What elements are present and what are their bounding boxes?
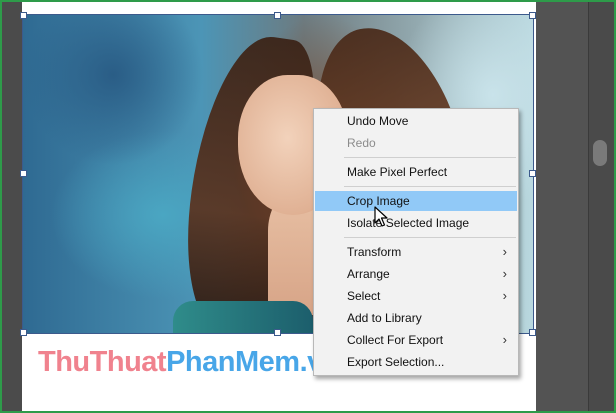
shirt xyxy=(173,301,313,333)
mouse-pointer-icon xyxy=(374,206,388,227)
menu-item-label: Transform xyxy=(347,245,402,259)
resize-handle-middle-left[interactable] xyxy=(20,170,27,177)
submenu-arrow-icon: › xyxy=(502,288,507,303)
menu-item-label: Export Selection... xyxy=(347,355,445,369)
menu-separator xyxy=(344,237,516,238)
submenu-arrow-icon: › xyxy=(502,332,507,347)
resize-handle-top-middle[interactable] xyxy=(274,12,281,19)
menu-item-add-to-library[interactable]: Add to Library xyxy=(315,308,517,328)
menu-item-label: Redo xyxy=(347,136,376,150)
menu-item-collect-for-export[interactable]: Collect For Export › xyxy=(315,330,517,350)
menu-item-export-selection[interactable]: Export Selection... xyxy=(315,352,517,372)
menu-item-undo-move[interactable]: Undo Move xyxy=(315,111,517,131)
resize-handle-top-right[interactable] xyxy=(529,12,536,19)
watermark-part-2: Thuat xyxy=(89,346,167,378)
menu-item-label: Add to Library xyxy=(347,311,422,325)
menu-item-label: Make Pixel Perfect xyxy=(347,165,448,179)
resize-handle-bottom-left[interactable] xyxy=(20,329,27,336)
menu-item-label: Isolate Selected Image xyxy=(347,216,470,230)
menu-item-crop-image[interactable]: Crop Image xyxy=(315,191,517,211)
menu-item-make-pixel-perfect[interactable]: Make Pixel Perfect xyxy=(315,162,517,182)
menu-item-select[interactable]: Select › xyxy=(315,286,517,306)
watermark-part-3: Phan xyxy=(166,346,235,378)
menu-separator xyxy=(344,157,516,158)
menu-item-label: Undo Move xyxy=(347,114,409,128)
menu-item-label: Arrange xyxy=(347,267,390,281)
context-menu: Undo Move Redo Make Pixel Perfect Crop I… xyxy=(313,108,519,376)
watermark-part-1: Thu xyxy=(38,346,90,378)
submenu-arrow-icon: › xyxy=(502,266,507,281)
submenu-arrow-icon: › xyxy=(502,244,507,259)
resize-handle-top-left[interactable] xyxy=(20,12,27,19)
menu-item-redo[interactable]: Redo xyxy=(315,133,517,153)
menu-separator xyxy=(344,186,516,187)
menu-item-label: Collect For Export xyxy=(347,333,444,347)
resize-handle-bottom-right[interactable] xyxy=(529,329,536,336)
resize-handle-middle-right[interactable] xyxy=(529,170,536,177)
menu-item-transform[interactable]: Transform › xyxy=(315,242,517,262)
menu-item-isolate-selected-image[interactable]: Isolate Selected Image xyxy=(315,213,517,233)
menu-item-label: Select xyxy=(347,289,381,303)
pasteboard-left xyxy=(2,2,22,411)
resize-handle-bottom-middle[interactable] xyxy=(274,329,281,336)
scrollbar-thumb[interactable] xyxy=(593,140,607,166)
pasteboard-right xyxy=(536,2,588,411)
menu-item-arrange[interactable]: Arrange › xyxy=(315,264,517,284)
watermark-logo: ThuThuatPhanMem.vn xyxy=(38,346,340,379)
right-scrollbar[interactable] xyxy=(588,2,615,411)
